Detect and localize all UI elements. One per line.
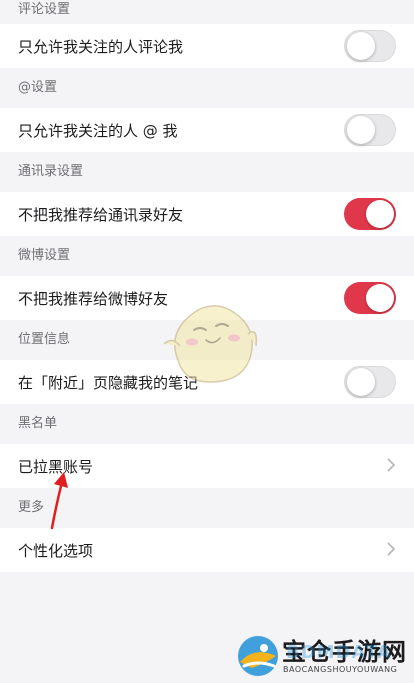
toggle-hide-nearby[interactable] [344,366,396,398]
row-label: 只允许我关注的人 @ 我 [18,121,178,140]
toggle-contacts-recommend[interactable] [344,198,396,230]
section-header-blacklist: 黑名单 [18,416,58,431]
row-label: 不把我推荐给通讯录好友 [18,205,184,224]
toggle-comment-followers-only[interactable] [344,30,396,62]
row-label: 不把我推荐给微博好友 [18,289,169,308]
toggle-knob [366,200,394,228]
row-comment-followers-only[interactable]: 只允许我关注的人评论我 [0,24,414,68]
toggle-knob [366,284,394,312]
toggle-knob [347,116,375,144]
section-header-mention: @设置 [18,80,58,95]
row-mention-followers-only[interactable]: 只允许我关注的人 @ 我 [0,108,414,152]
toggle-knob [347,368,375,396]
section-header-contacts: 通讯录设置 [18,164,84,179]
site-watermark: 宝仓手游网 BAOCANGSHOUYOUWANG BDMDATA [232,624,412,682]
mascot-watermark-icon [163,305,258,383]
row-label: 个性化选项 [18,541,94,560]
section-header-weibo: 微博设置 [18,248,71,263]
watermark-logo-icon [238,636,278,676]
chevron-right-icon [387,540,396,561]
row-personalization[interactable]: 个性化选项 [0,528,414,572]
section-header-comment: 评论设置 [18,2,71,17]
row-contacts-recommend[interactable]: 不把我推荐给通讯录好友 [0,192,414,236]
watermark-subtitle: BAOCANGSHOUYOUWANG [283,665,398,674]
red-arrow-annotation-icon [50,472,68,530]
toggle-weibo-recommend[interactable] [344,282,396,314]
toggle-knob [347,32,375,60]
watermark-overlay-text: BDMDATA [286,642,392,663]
chevron-right-icon [387,456,396,477]
toggle-mention-followers-only[interactable] [344,114,396,146]
row-label: 只允许我关注的人评论我 [18,37,184,56]
